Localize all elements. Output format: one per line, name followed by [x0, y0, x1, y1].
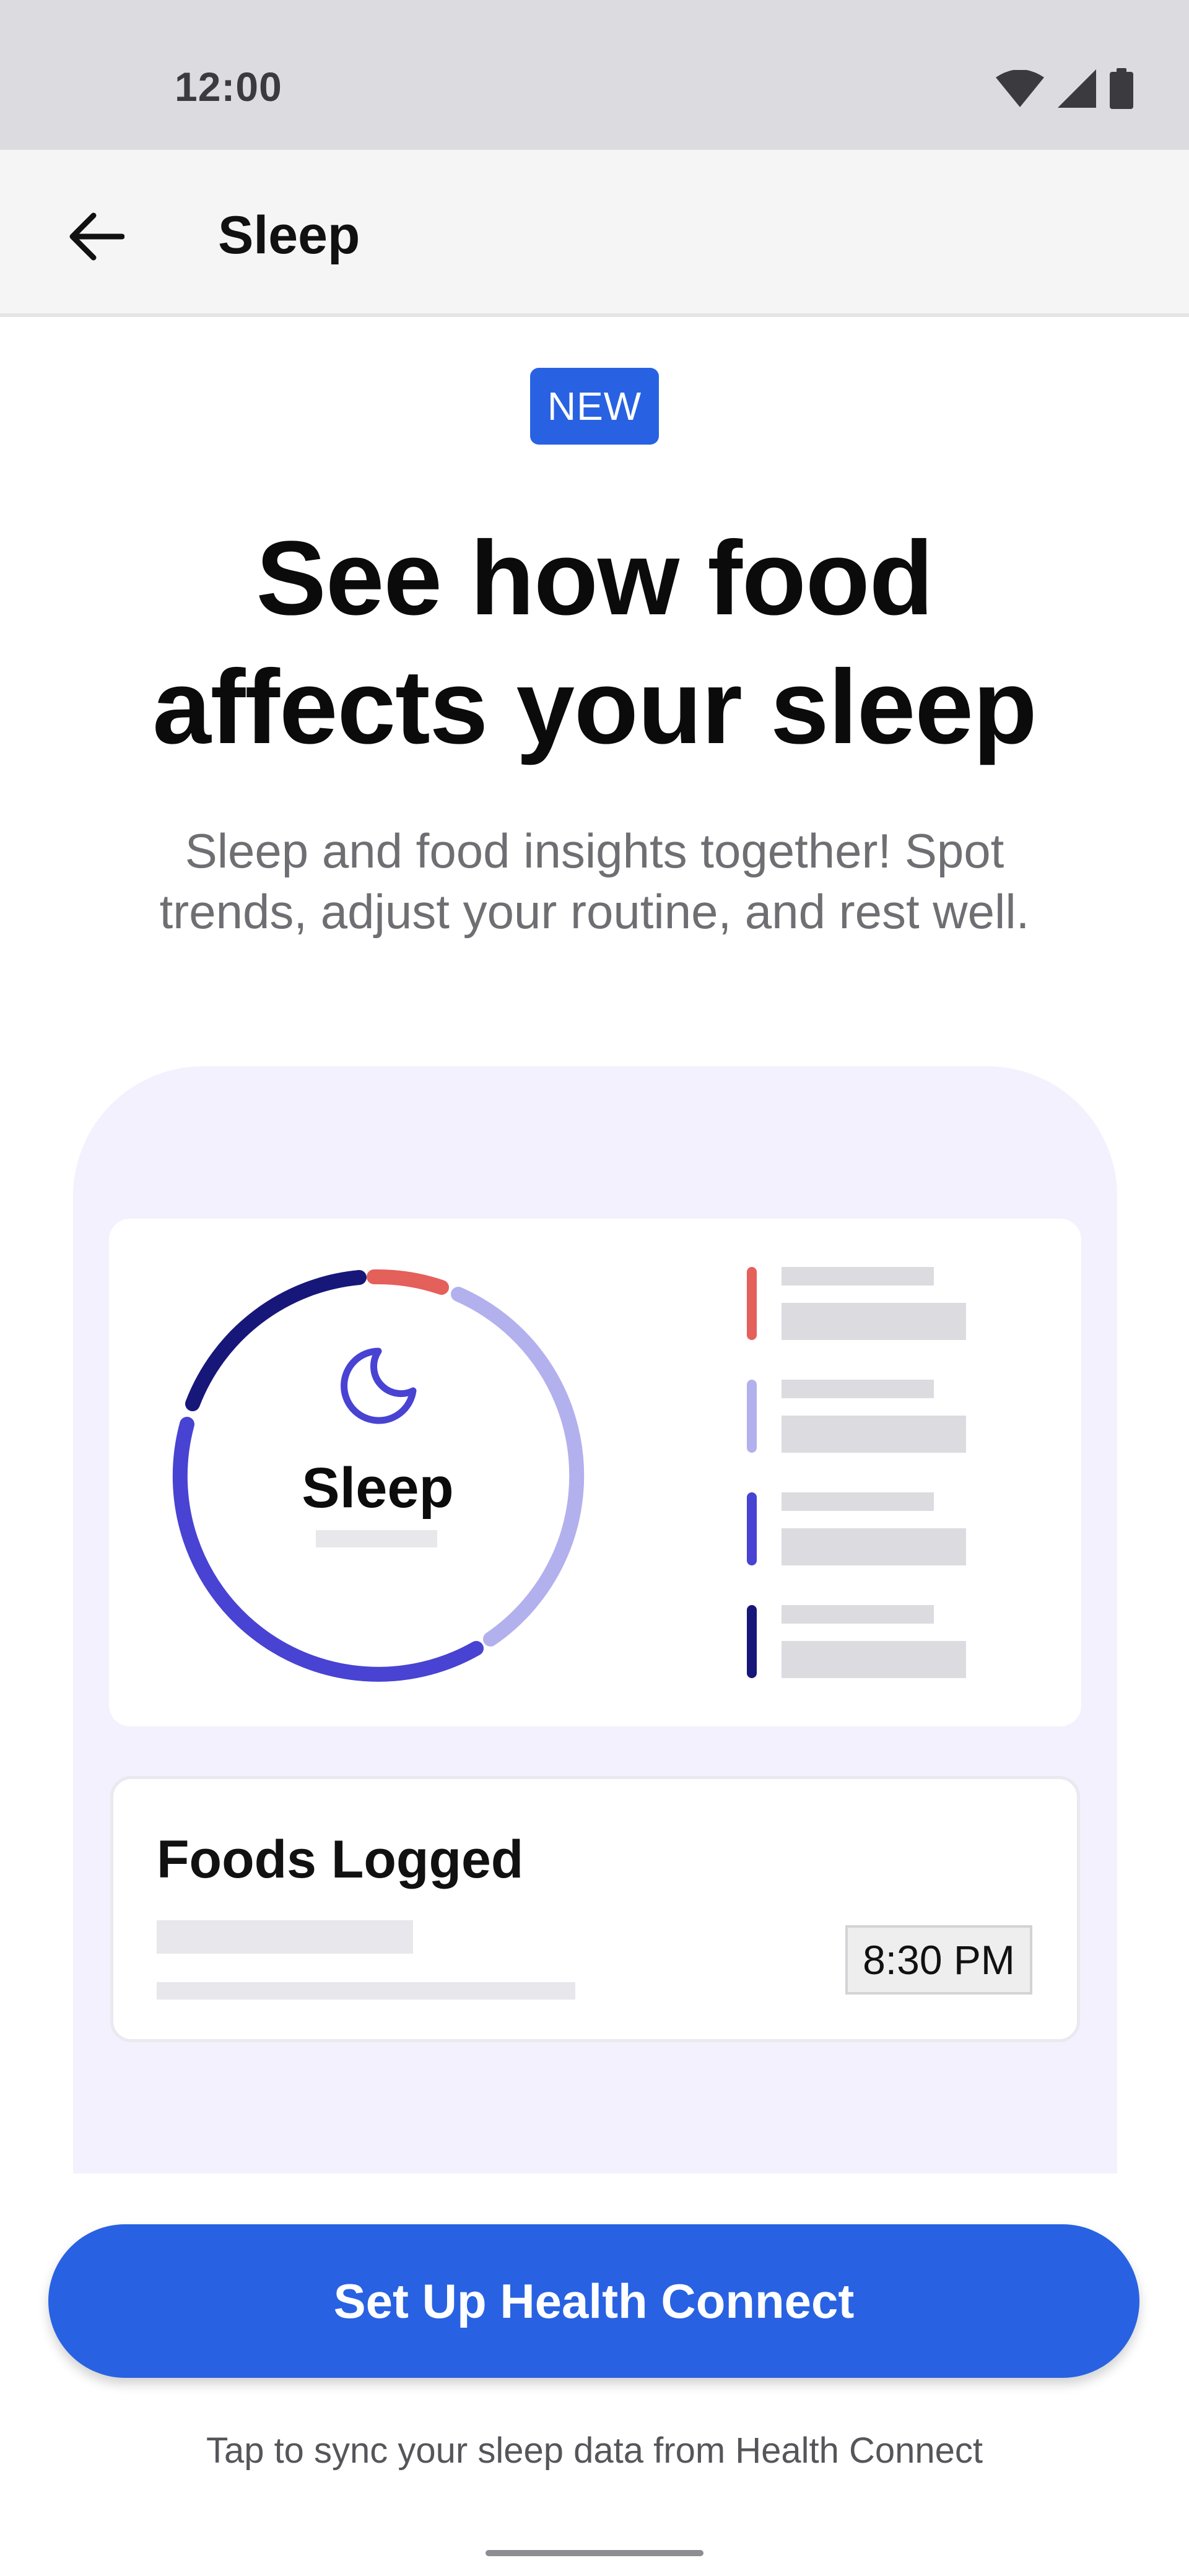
promo-subtitle-line-1: Sleep and food insights together! Spot	[185, 824, 1004, 878]
promo-title-line-2: affects your sleep	[152, 648, 1037, 766]
ring-segment-deep	[185, 1270, 367, 1411]
legend-item	[747, 1605, 995, 1678]
placeholder-bar	[782, 1303, 966, 1340]
arrow-left-icon	[68, 212, 125, 264]
setup-health-connect-button[interactable]: Set Up Health Connect	[48, 2224, 1139, 2378]
placeholder-bar	[316, 1530, 437, 1547]
placeholder-bar	[157, 1920, 413, 1954]
placeholder-bar	[782, 1605, 934, 1624]
legend-item	[747, 1267, 995, 1340]
promo-title: See how food affects your sleep	[74, 514, 1115, 772]
battery-icon	[1110, 67, 1133, 112]
home-indicator[interactable]	[486, 2550, 703, 2556]
promo-subtitle: Sleep and food insights together! Spot t…	[74, 820, 1115, 942]
placeholder-bar	[157, 1982, 575, 1999]
legend-stripe	[747, 1605, 757, 1678]
promo-title-line-1: See how food	[256, 520, 934, 637]
placeholder-bar	[782, 1492, 934, 1511]
app-bar: Sleep	[0, 150, 1189, 317]
legend-stripe	[747, 1267, 757, 1340]
placeholder-bar	[782, 1528, 966, 1565]
foods-logged-title: Foods Logged	[157, 1830, 524, 1889]
status-icons	[996, 67, 1133, 113]
placeholder-bar	[782, 1416, 966, 1453]
placeholder-bar	[782, 1267, 934, 1286]
foods-logged-card: Foods Logged 8:30 PM	[110, 1776, 1080, 2042]
back-button[interactable]	[56, 201, 136, 275]
feature-illustration: Sleep Foods Logged 8:30 PM	[73, 1066, 1117, 2174]
status-time: 12:00	[175, 64, 282, 110]
legend-item	[747, 1492, 995, 1565]
page-title: Sleep	[218, 206, 360, 265]
wifi-icon	[996, 69, 1044, 110]
legend-item	[747, 1380, 995, 1453]
legend-stripe	[747, 1380, 757, 1453]
cta-caption: Tap to sync your sleep data from Health …	[206, 2430, 983, 2471]
placeholder-bar	[782, 1380, 934, 1398]
time-chip: 8:30 PM	[845, 1925, 1032, 1995]
moon-icon	[335, 1342, 422, 1429]
new-badge: NEW	[530, 368, 659, 445]
cellular-signal-icon	[1058, 69, 1096, 111]
sleep-summary-card: Sleep	[109, 1219, 1081, 1726]
sleep-ring-label: Sleep	[302, 1456, 454, 1520]
status-bar: 12:00	[0, 0, 1189, 150]
promo-subtitle-line-2: trends, adjust your routine, and rest we…	[159, 884, 1030, 939]
legend-stripe	[747, 1492, 757, 1565]
ring-segment-awake	[367, 1269, 449, 1295]
placeholder-bar	[782, 1641, 966, 1678]
